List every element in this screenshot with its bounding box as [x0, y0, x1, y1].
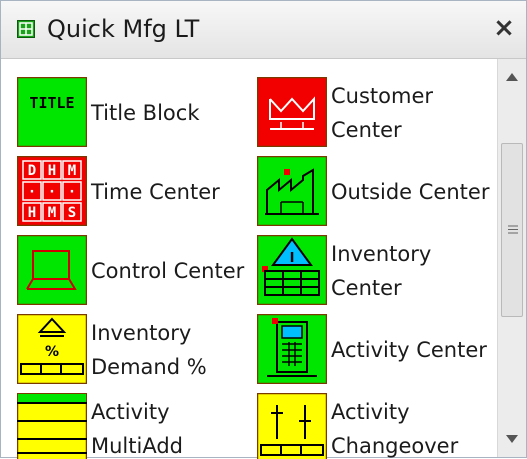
item-activity-center[interactable]: Activity Center: [257, 314, 497, 386]
item-outside-center[interactable]: Outside Center: [257, 156, 497, 228]
svg-text:·: ·: [28, 184, 36, 200]
title-bar[interactable]: Quick Mfg LT ×: [1, 1, 526, 59]
item-title-block[interactable]: TITLE Title Block: [17, 77, 257, 149]
item-grid: TITLE Title Block Customer Center: [1, 59, 497, 459]
item-control-center[interactable]: Control Center: [17, 235, 257, 307]
item-label: Inventory Center: [331, 235, 497, 307]
svg-text:H: H: [48, 163, 56, 179]
title-block-icon: TITLE: [17, 77, 87, 147]
window-title: Quick Mfg LT: [47, 13, 199, 45]
title-block-icon-text: TITLE: [29, 94, 74, 112]
activity-center-icon: [257, 314, 327, 384]
svg-text:M: M: [48, 205, 56, 221]
close-button[interactable]: ×: [490, 13, 518, 43]
svg-text:S: S: [68, 205, 76, 221]
svg-text:D: D: [28, 163, 36, 179]
svg-text:·: ·: [48, 184, 56, 200]
svg-text:I: I: [290, 251, 295, 266]
control-center-icon: [17, 235, 87, 305]
time-center-icon: D H M · · · H M S: [17, 156, 87, 226]
item-label: Outside Center: [331, 156, 497, 228]
activity-changeover-icon: [257, 393, 327, 459]
activity-multiadd-icon: [17, 393, 87, 459]
item-label: Title Block: [91, 77, 257, 149]
item-customer-center[interactable]: Customer Center: [257, 77, 497, 149]
outside-center-icon: [257, 156, 327, 226]
item-label: Inventory Demand %: [91, 314, 257, 386]
customer-center-icon: [257, 77, 327, 147]
item-inventory-demand[interactable]: % Inventory Demand %: [17, 314, 257, 386]
item-label: Time Center: [91, 156, 257, 228]
item-label: Control Center: [91, 235, 257, 307]
item-time-center[interactable]: D H M · · · H M S Time Center: [17, 156, 257, 228]
item-inventory-center[interactable]: I Inventory Center: [257, 235, 497, 307]
scroll-thumb[interactable]: [501, 143, 523, 317]
item-label: Activity MultiAdd: [91, 393, 257, 459]
inventory-center-icon: I: [257, 235, 327, 305]
item-label: Activity Center: [331, 314, 497, 386]
grip-icon: [508, 225, 518, 234]
item-label: Activity Changeover: [331, 393, 497, 459]
chevron-up-icon: [505, 72, 519, 82]
item-activity-changeover[interactable]: Activity Changeover: [257, 393, 497, 459]
scroll-up-button[interactable]: [498, 63, 526, 91]
svg-text:H: H: [28, 205, 36, 221]
svg-text:·: ·: [68, 184, 76, 200]
inventory-demand-icon: %: [17, 314, 87, 384]
item-label: Customer Center: [331, 77, 497, 149]
svg-text:M: M: [68, 163, 76, 179]
grid-icon: [17, 20, 35, 38]
vertical-scrollbar[interactable]: [497, 59, 526, 457]
scroll-down-button[interactable]: [498, 425, 526, 453]
item-activity-multiadd[interactable]: Activity MultiAdd: [17, 393, 257, 459]
chevron-down-icon: [505, 434, 519, 444]
svg-text:%: %: [45, 344, 59, 360]
quick-mfg-lt-palette: Quick Mfg LT × TITLE Title Block Custome…: [0, 0, 527, 458]
